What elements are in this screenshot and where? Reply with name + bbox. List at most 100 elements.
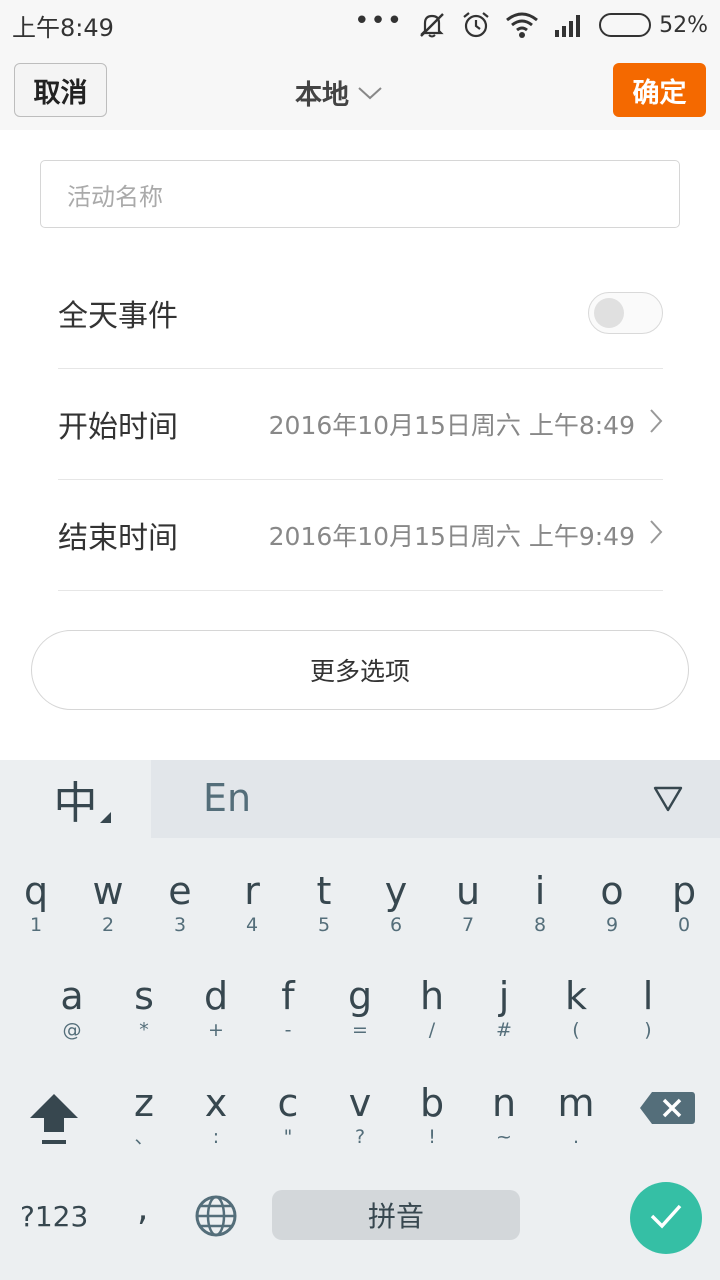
comma-key[interactable]: , [137, 1188, 148, 1229]
key-j[interactable]: j # [468, 965, 540, 1065]
key-u[interactable]: u7 [432, 860, 504, 960]
wifi-icon [505, 11, 539, 39]
globe-icon[interactable] [194, 1194, 238, 1242]
key-secondary: / [428, 1019, 436, 1041]
key-o[interactable]: o9 [576, 860, 648, 960]
all-day-toggle[interactable] [588, 292, 663, 334]
symbols-key[interactable]: ?123 [20, 1200, 88, 1233]
key-r[interactable]: r4 [216, 860, 288, 960]
top-bar: 取消 本地 确定 [0, 50, 720, 130]
key-q[interactable]: q1 [0, 860, 72, 960]
key-letter: l [642, 974, 654, 1018]
end-time-value: 2016年10月15日周六 上午9:49 [268, 522, 635, 551]
toggle-knob [594, 298, 624, 328]
chinese-mode-label: 中 [53, 778, 98, 829]
space-key[interactable]: 拼音 [272, 1190, 520, 1240]
key-secondary: 5 [317, 914, 331, 936]
key-a[interactable]: a @ [36, 965, 108, 1065]
key-e[interactable]: e3 [144, 860, 216, 960]
key-letter: y [384, 869, 408, 913]
calendar-label: 本地 [295, 79, 349, 111]
key-letter: z [134, 1081, 154, 1125]
key-w[interactable]: w2 [72, 860, 144, 960]
confirm-button[interactable]: 确定 [613, 63, 706, 117]
all-day-label: 全天事件 [58, 299, 178, 334]
more-dots-icon: ••• [354, 6, 404, 36]
key-secondary: # [496, 1019, 512, 1041]
battery-icon: 52% [599, 13, 708, 38]
key-secondary: 6 [389, 914, 403, 936]
key-secondary: ! [428, 1126, 436, 1148]
key-d[interactable]: d + [180, 965, 252, 1065]
key-secondary: * [139, 1019, 149, 1041]
key-secondary: - [284, 1019, 292, 1041]
key-b[interactable]: b! [396, 1072, 468, 1172]
key-x[interactable]: x: [180, 1072, 252, 1172]
key-n[interactable]: n ~ [468, 1072, 540, 1172]
chinese-mode-key[interactable]: 中 [0, 760, 151, 838]
end-time-row[interactable]: 结束时间 2016年10月15日周六 上午9:49 [58, 480, 663, 591]
backspace-key[interactable] [638, 1090, 696, 1126]
key-secondary: 7 [461, 914, 475, 936]
key-secondary: " [283, 1126, 293, 1148]
key-letter: v [348, 1081, 372, 1125]
all-day-row[interactable]: 全天事件 [58, 258, 663, 369]
key-m[interactable]: m. [540, 1072, 612, 1172]
key-letter: u [455, 869, 481, 913]
key-f[interactable]: f- [252, 965, 324, 1065]
key-secondary: ( [572, 1019, 580, 1041]
key-letter: a [60, 974, 84, 1018]
key-z[interactable]: z、 [108, 1072, 180, 1172]
key-secondary: 2 [101, 914, 115, 936]
chevron-right-icon [649, 519, 663, 551]
key-secondary: @ [62, 1019, 82, 1041]
key-i[interactable]: i8 [504, 860, 576, 960]
key-secondary: 、 [134, 1126, 154, 1148]
key-k[interactable]: k( [540, 965, 612, 1065]
signal-icon [553, 12, 585, 38]
key-letter: p [671, 869, 697, 913]
key-t[interactable]: t5 [288, 860, 360, 960]
key-s[interactable]: s * [108, 965, 180, 1065]
start-time-value: 2016年10月15日周六 上午8:49 [268, 411, 635, 440]
key-letter: x [204, 1081, 228, 1125]
event-name-input[interactable]: 活动名称 [40, 160, 680, 228]
enter-key[interactable] [630, 1182, 702, 1254]
soft-keyboard: 中 En q1w2e3r4t5y6u7i8o9p0 a @ s * d + f - g = h / j #… [0, 760, 720, 1280]
key-letter: m [557, 1081, 595, 1125]
key-v[interactable]: v? [324, 1072, 396, 1172]
hide-keyboard-icon[interactable] [652, 784, 684, 818]
more-options-button[interactable]: 更多选项 [31, 630, 689, 710]
key-c[interactable]: c " [252, 1072, 324, 1172]
mute-icon [417, 10, 447, 40]
key-secondary: 3 [173, 914, 187, 936]
cancel-button[interactable]: 取消 [14, 63, 107, 117]
key-h[interactable]: h / [396, 965, 468, 1065]
key-letter: h [419, 974, 445, 1018]
shift-arrow-icon [20, 1094, 88, 1154]
key-letter: e [168, 869, 192, 913]
key-secondary: ~ [496, 1126, 512, 1148]
key-p[interactable]: p0 [648, 860, 720, 960]
checkmark-icon [648, 1201, 684, 1235]
key-letter: n [491, 1081, 517, 1125]
key-letter: j [498, 974, 510, 1018]
key-letter: g [347, 974, 373, 1018]
backspace-icon [638, 1092, 696, 1130]
key-l[interactable]: l) [612, 965, 684, 1065]
key-secondary: + [208, 1019, 224, 1041]
key-g[interactable]: g = [324, 965, 396, 1065]
status-time: 上午8:49 [12, 13, 114, 42]
key-secondary: 1 [29, 914, 43, 936]
alarm-icon [461, 10, 491, 40]
calendar-account-selector[interactable]: 本地 [295, 72, 383, 112]
key-y[interactable]: y6 [360, 860, 432, 960]
key-letter: s [134, 974, 154, 1018]
start-time-row[interactable]: 开始时间 2016年10月15日周六 上午8:49 [58, 369, 663, 480]
key-secondary: : [212, 1126, 220, 1148]
key-secondary: . [572, 1126, 580, 1148]
shift-key[interactable] [20, 1090, 88, 1160]
key-letter: r [244, 869, 260, 913]
status-bar: 上午8:49 ••• 52% [0, 0, 720, 50]
english-mode-key[interactable]: En [203, 776, 251, 820]
